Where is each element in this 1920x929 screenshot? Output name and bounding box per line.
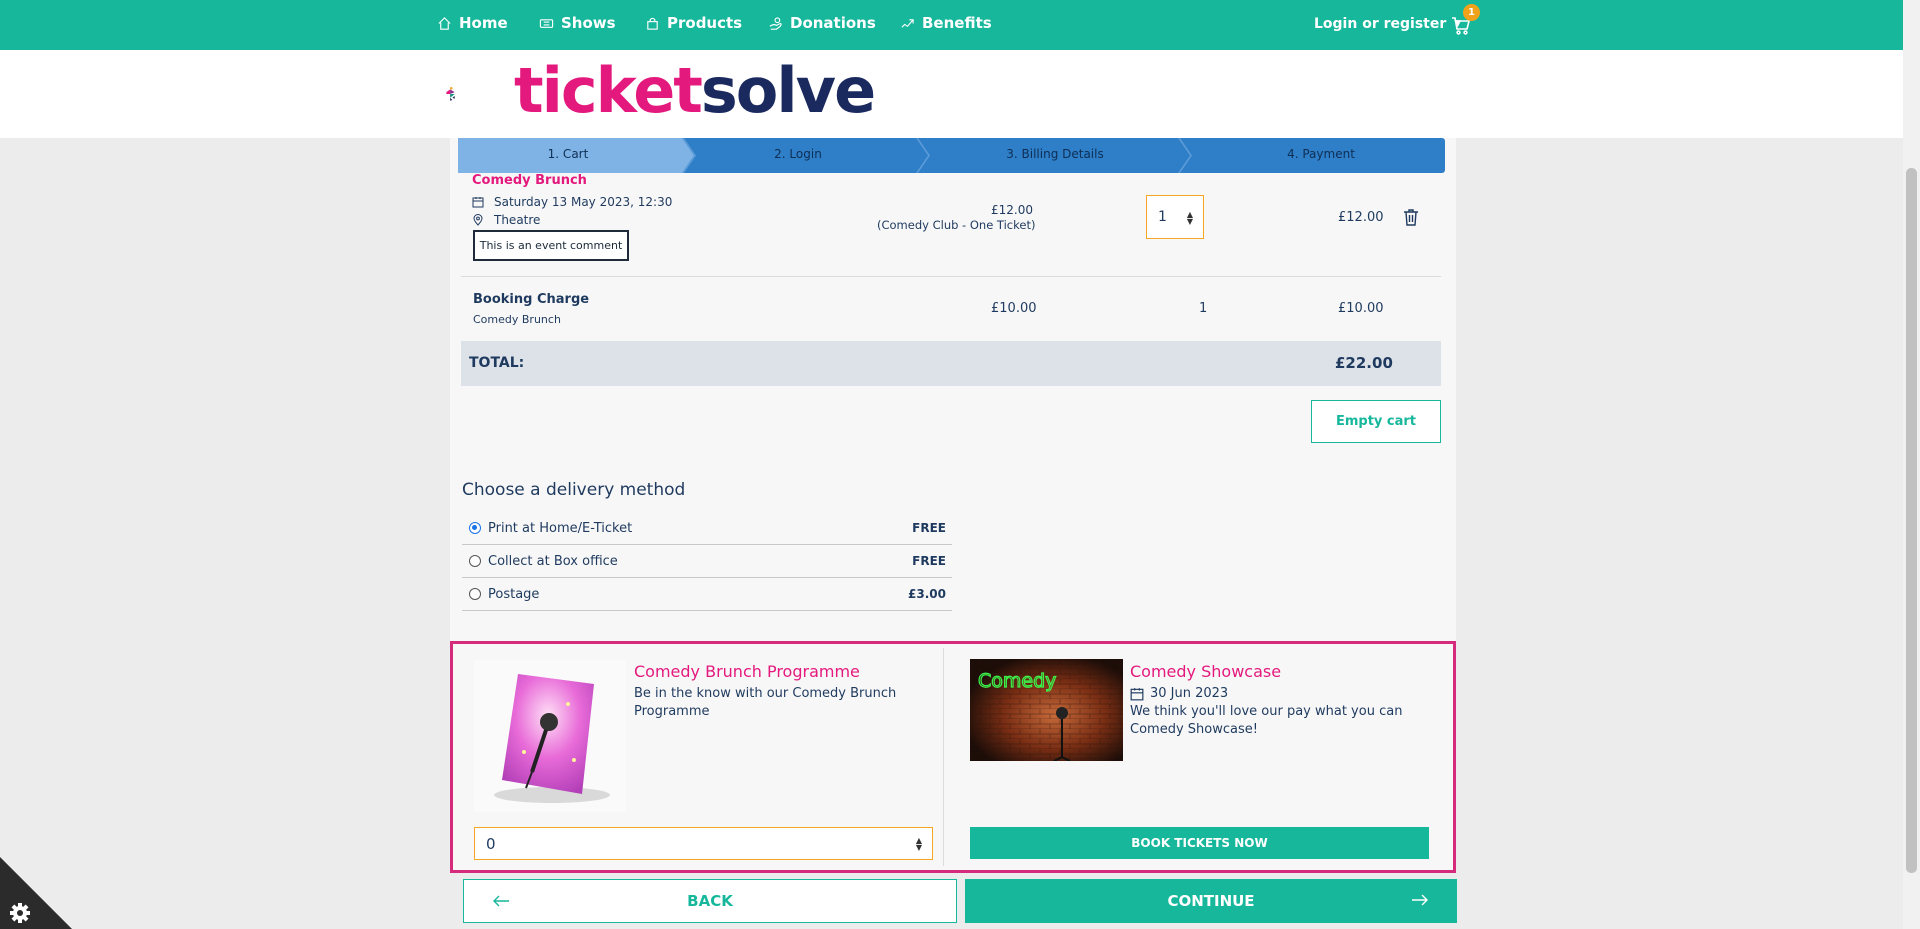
spinner-arrows-icon[interactable]: ▲ ▼ [1187,211,1193,226]
nav-home-label: Home [459,14,508,32]
continue-button[interactable]: CONTINUE [965,879,1457,923]
programme-quantity-value: 0 [486,834,496,853]
ticket-icon [539,18,554,28]
delivery-option-price: £3.00 [908,587,946,601]
nav-shows-label: Shows [561,14,616,32]
ticketsolve-logo-text: ticketsolve [514,53,876,129]
logo-part2: solve [700,54,876,127]
empty-cart-button[interactable]: Empty cart [1311,400,1441,443]
continue-button-label: CONTINUE [1167,892,1255,910]
radio-unselected[interactable] [469,555,481,567]
programme-description: Be in the know with our Comedy Brunch Pr… [634,686,897,719]
cart-count-badge: 1 [1463,4,1480,21]
book-tickets-now-button[interactable]: BOOK TICKETS NOW [970,827,1429,859]
comedy-showcase-description: We think you'll love our pay what you ca… [1130,704,1403,737]
cart-item-date-row: Saturday 13 May 2023, 12:30 [472,195,672,209]
delivery-method-title: Choose a delivery method [462,480,686,500]
booking-charge-price: £10.00 [991,301,1037,316]
nav-home[interactable]: Home [437,0,508,46]
total-value: £22.00 [1335,354,1393,372]
comedy-showcase-date: 30 Jun 2023 [1150,686,1229,701]
ticketsolve-logo-mark[interactable] [446,56,514,132]
trash-icon[interactable] [1403,208,1419,226]
back-button-label: BACK [687,892,733,910]
booking-charge-title: Booking Charge [473,292,590,307]
nav-shows[interactable]: Shows [539,0,616,46]
booking-charge-line-total: £10.00 [1338,301,1384,316]
nav-donations[interactable]: Donations [768,0,876,46]
comedy-showcase-date-row: 30 Jun 2023 [1130,685,1228,703]
delivery-option-label: Postage [488,586,540,602]
page-scrollbar-thumb[interactable] [1906,168,1917,873]
cart-item-price-note: (Comedy Club - One Ticket) [877,218,1036,232]
nav-products-label: Products [667,14,743,32]
login-register-label: Login or register [1314,16,1447,32]
booking-charge-quantity: 1 [1199,301,1208,316]
step-billing-details[interactable]: 3. Billing Details [1000,147,1110,161]
programme-quantity-stepper[interactable]: 0 ▲ ▼ [474,827,933,860]
step-cart[interactable]: 1. Cart [538,147,598,161]
cart-item-line-total: £12.00 [1338,210,1384,225]
upsell-card-divider [943,648,944,866]
delivery-option-print-at-home[interactable]: Print at Home/E-Ticket FREE [462,512,952,545]
header-band [0,50,1903,138]
programme-thumbnail-image[interactable] [474,660,626,812]
delivery-option-postage[interactable]: Postage £3.00 [462,578,952,611]
step-login[interactable]: 2. Login [768,147,828,161]
delivery-option-box-office[interactable]: Collect at Box office FREE [462,545,952,578]
radio-selected[interactable] [469,522,481,534]
total-label: TOTAL: [469,355,525,371]
cart-item-date: Saturday 13 May 2023, 12:30 [494,195,673,209]
nav-products[interactable]: Products [645,0,742,46]
nav-benefits[interactable]: Benefits [900,0,992,46]
calendar-icon [472,197,484,208]
login-register-dropdown[interactable]: Login or register ▼ [1314,0,1461,48]
location-pin-icon [473,214,483,226]
cart-item-venue: Theatre [494,213,541,227]
total-bar [461,341,1441,386]
delivery-option-price: FREE [912,521,946,535]
cart-item-price: £12.00 [991,203,1033,217]
thumbnail-neon-text: Comedy [978,670,1056,692]
radio-unselected[interactable] [469,588,481,600]
comedy-showcase-thumbnail-image[interactable]: Comedy [970,659,1123,761]
step-payment[interactable]: 4. Payment [1276,147,1366,161]
spinner-arrows-icon[interactable]: ▲ ▼ [916,837,922,852]
delivery-option-label: Collect at Box office [488,553,618,569]
comedy-showcase-title[interactable]: Comedy Showcase [1130,662,1281,681]
programme-title[interactable]: Comedy Brunch Programme [634,662,860,681]
nav-donations-label: Donations [790,14,876,32]
nav-benefits-label: Benefits [922,14,992,32]
cart-item-quantity-value: 1 [1158,209,1167,225]
event-comment-box: This is an event comment [473,230,629,261]
calendar-icon [1130,688,1144,701]
booking-charge-subtitle: Comedy Brunch [473,313,561,326]
cart-item-quantity-stepper[interactable]: 1 ▲ ▼ [1146,195,1204,239]
benefits-icon [901,18,914,28]
delivery-option-label: Print at Home/E-Ticket [488,520,633,536]
bag-icon [647,17,658,30]
back-button[interactable]: BACK [463,879,957,923]
logo-part1: ticket [514,54,703,127]
donation-icon [769,16,782,30]
cart-item-venue-row: Theatre [472,213,540,227]
arrow-right-icon [1412,894,1428,906]
row-divider [461,276,1441,277]
arrow-left-icon [493,895,509,907]
cart-item-title[interactable]: Comedy Brunch [472,173,587,188]
delivery-option-price: FREE [912,554,946,568]
cookie-settings-gear-icon[interactable] [0,857,72,929]
home-icon [438,16,451,30]
